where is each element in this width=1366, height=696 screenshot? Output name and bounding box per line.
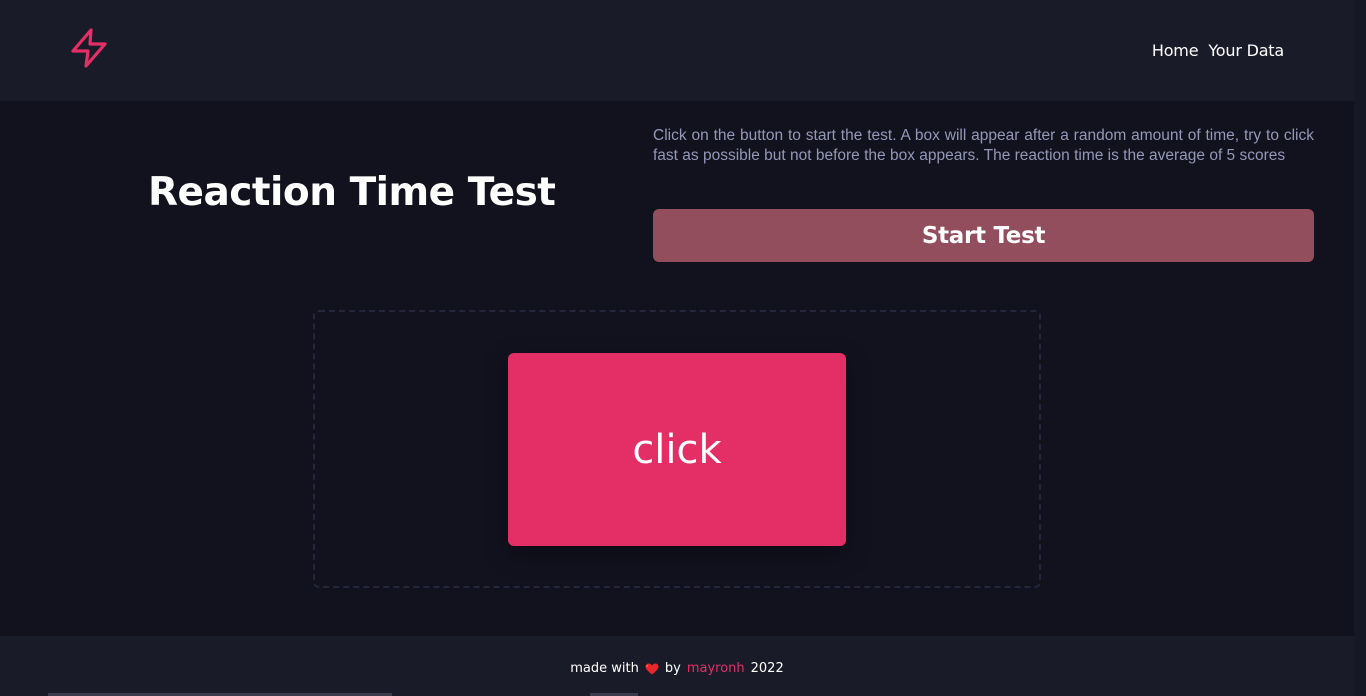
author-link[interactable]: mayronh [687, 661, 745, 676]
page-title: Reaction Time Test [148, 170, 556, 215]
click-box-label: click [632, 426, 722, 473]
heart-icon [645, 663, 659, 675]
site-footer: made with by mayronh 2022 [0, 636, 1354, 696]
lightning-bolt-icon[interactable] [70, 27, 110, 69]
footer-made-with: made with [570, 661, 639, 676]
nav-link-home[interactable]: Home [1152, 41, 1199, 60]
start-test-button[interactable]: Start Test [653, 209, 1314, 262]
footer-by: by [664, 661, 681, 676]
vertical-scrollbar[interactable] [1354, 0, 1366, 696]
page: Home Your Data Reaction Time Test Click … [0, 0, 1354, 696]
main-nav: Home Your Data [1152, 41, 1284, 60]
footer-year: 2022 [750, 661, 784, 676]
nav-link-your-data[interactable]: Your Data [1208, 41, 1284, 60]
test-description: Click on the button to start the test. A… [653, 127, 1314, 164]
click-box[interactable]: click [508, 353, 846, 546]
site-header: Home Your Data [0, 0, 1354, 101]
footer-credit: made with by mayronh 2022 [0, 661, 1354, 676]
